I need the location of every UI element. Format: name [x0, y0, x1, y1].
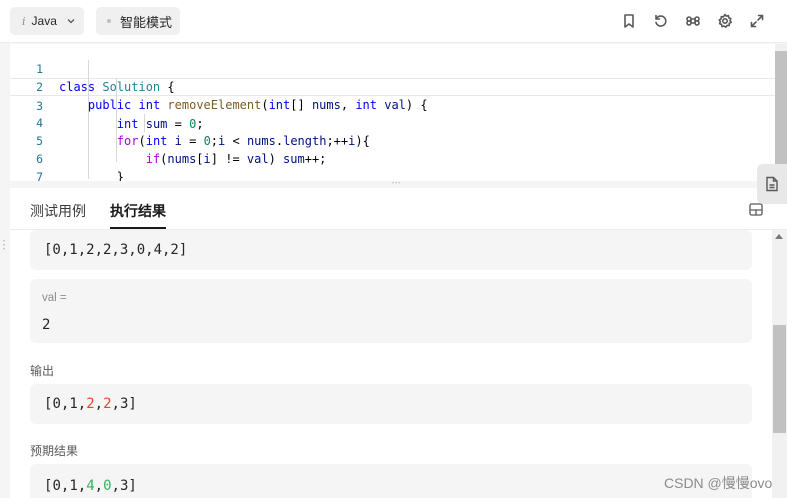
output-element: 2 [103, 396, 112, 412]
active-tab-indicator [110, 227, 166, 229]
fullscreen-icon[interactable] [748, 12, 766, 30]
output-label: 输出 [30, 364, 55, 378]
watermark: CSDN @慢慢ovo [664, 475, 773, 491]
expected-element: 1 [69, 478, 78, 494]
scroll-up-arrow-icon[interactable] [775, 234, 783, 239]
val-label: val = [42, 292, 67, 304]
indent-guide [116, 78, 117, 162]
indent-guide [88, 60, 89, 179]
indent-guide [144, 114, 145, 132]
result-scrollbar-thumb[interactable] [773, 325, 786, 433]
smart-mode-button[interactable]: 智能模式 [96, 7, 180, 35]
tab-test-cases[interactable]: 测试用例 [30, 201, 86, 221]
code-line: 7 return sum; [10, 150, 775, 181]
expected-element: 0 [103, 478, 112, 494]
editor-toolbar: i Java 智能模式 [0, 0, 787, 43]
splitter-grip-icon[interactable]: ••• [392, 181, 406, 187]
expected-element: 3 [119, 478, 129, 494]
nums-input-block: [0,1,2,2,3,0,4,2] [30, 230, 752, 270]
result-tabs: 测试用例 执行结果 [10, 188, 787, 230]
code-line: 4 for(int i = 0;i < nums.length;++i){ [10, 96, 775, 148]
command-icon[interactable] [684, 12, 702, 30]
settings-icon[interactable] [716, 12, 734, 30]
val-value: 2 [42, 317, 51, 333]
code-line: 1 class Solution { [10, 44, 775, 94]
code-editor[interactable]: 1 class Solution { 2 public int removeEl… [10, 44, 775, 181]
code-line: 2 public int removeElement(int[] nums, i… [10, 60, 775, 112]
reset-icon[interactable] [652, 12, 670, 30]
code-line-current: 3 int sum = 0; [10, 78, 775, 131]
output-element: 0 [52, 396, 61, 412]
drag-handle-icon[interactable]: • • • [3, 239, 7, 253]
smart-mode-label: 智能模式 [120, 14, 173, 30]
expected-element: 0 [52, 478, 61, 494]
language-info-icon: i [22, 14, 26, 28]
document-icon[interactable] [757, 164, 787, 204]
code-line: 5 if(nums[i] != val) sum++; [10, 114, 775, 166]
expected-value: [0,1,4,0,3] [44, 478, 137, 494]
result-panel: 测试用例 执行结果 [0,1,2,2,3,0,4,2] val = 2 输出 [… [10, 188, 787, 498]
result-scrollbar[interactable] [772, 230, 787, 498]
output-element: 2 [86, 396, 95, 412]
panel-splitter[interactable]: ••• [0, 181, 787, 188]
output-block: [0,1,2,2,3] [30, 384, 752, 424]
tab-run-result[interactable]: 执行结果 [110, 201, 166, 221]
output-element: 3 [119, 396, 129, 412]
language-selector[interactable]: i Java [10, 7, 84, 35]
editor-scrollbar-thumb[interactable] [775, 51, 787, 181]
bookmark-icon[interactable] [620, 12, 638, 30]
expected-element: 4 [86, 478, 95, 494]
expected-block: [0,1,4,0,3] [30, 464, 752, 498]
editor-scrollbar[interactable] [775, 44, 787, 181]
code-line: 6 } [10, 132, 775, 181]
output-element: 1 [69, 396, 78, 412]
chevron-down-icon [67, 19, 75, 24]
expected-label: 预期结果 [30, 444, 79, 458]
code-line: 8 } [10, 168, 775, 181]
output-value: [0,1,2,2,3] [44, 396, 137, 412]
nums-value: [0,1,2,2,3,0,4,2] [44, 242, 188, 258]
mode-dot-icon [107, 19, 111, 23]
language-label: Java [31, 14, 57, 28]
val-input-block: val = 2 [30, 279, 752, 343]
layout-toggle-icon[interactable] [749, 203, 763, 216]
